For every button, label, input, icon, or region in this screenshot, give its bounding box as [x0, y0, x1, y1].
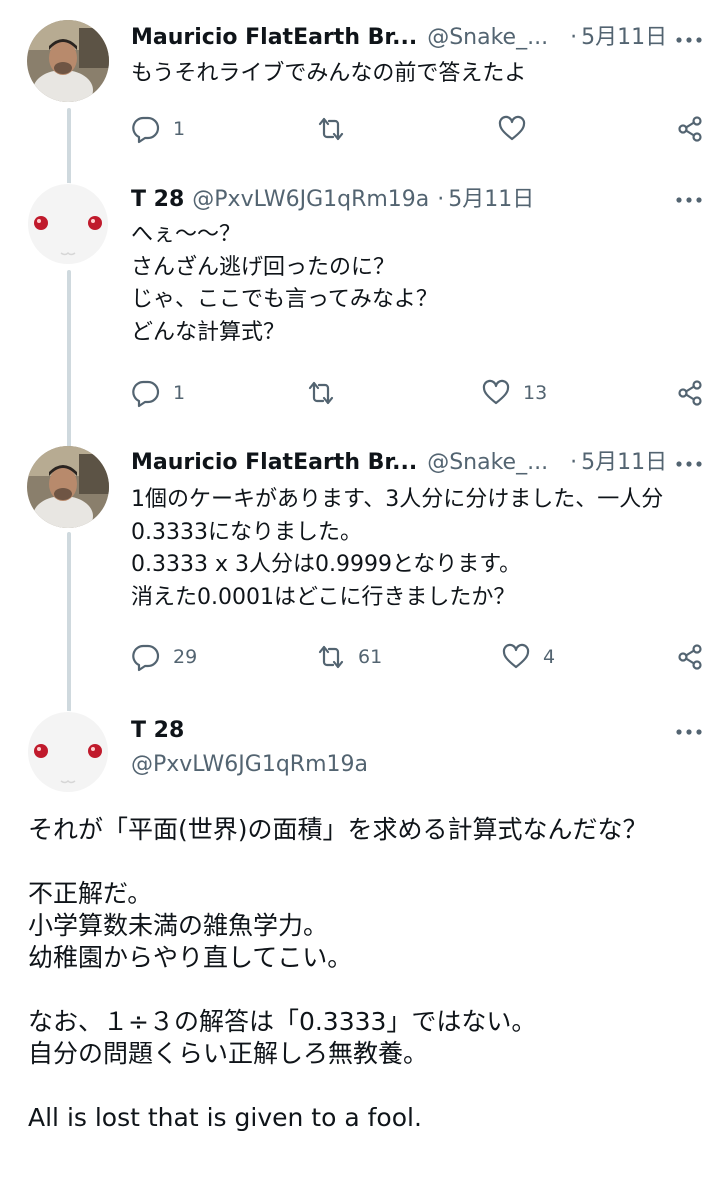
retweet-button[interactable] — [316, 113, 358, 145]
reply-button[interactable]: 1 — [131, 113, 185, 145]
share-icon — [678, 380, 702, 406]
share-button[interactable] — [675, 113, 705, 145]
avatar[interactable] — [27, 711, 109, 793]
retweet-icon — [318, 645, 344, 669]
reply-count: 1 — [173, 382, 186, 404]
retweet-button[interactable] — [306, 377, 348, 409]
tweet-date[interactable]: 5月11日 — [581, 25, 667, 50]
reply-count: 29 — [173, 646, 198, 668]
reply-button[interactable]: 1 — [131, 377, 185, 409]
tweet-actions: 29 61 4 — [131, 641, 703, 673]
display-name[interactable]: T 28 — [131, 718, 184, 743]
thread-line — [67, 532, 71, 712]
heart-icon — [498, 115, 526, 141]
main-tweet-handle-row: @PxvLW6JG1qRm19a — [131, 748, 713, 782]
avatar[interactable] — [27, 183, 109, 265]
reply-icon — [132, 380, 160, 408]
share-icon — [678, 644, 702, 670]
like-count: 4 — [543, 646, 556, 668]
tweet-header: T 28 @PxvLW6JG1qRm19a · 5月11日 — [131, 183, 713, 217]
more-icon[interactable] — [675, 722, 703, 742]
like-button[interactable]: 13 — [481, 377, 547, 409]
display-name[interactable]: T 28 — [131, 187, 184, 212]
reply-count: 1 — [173, 118, 186, 140]
display-name[interactable]: Mauricio FlatEarth Br... — [131, 450, 417, 475]
share-icon — [678, 116, 702, 142]
display-name[interactable]: Mauricio FlatEarth Br... — [131, 25, 417, 50]
reply-button[interactable]: 29 — [131, 641, 197, 673]
heart-icon — [482, 379, 510, 405]
avatar[interactable] — [27, 20, 109, 102]
separator-dot: · — [570, 450, 578, 475]
retweet-button[interactable]: 61 — [316, 641, 382, 673]
tweet-header: Mauricio FlatEarth Br... @Snake_... · 5月11日 — [131, 446, 713, 480]
heart-icon — [502, 643, 530, 669]
user-handle[interactable]: @PxvLW6JG1qRm19a — [192, 187, 429, 212]
more-icon[interactable] — [675, 454, 703, 474]
reply-icon — [132, 116, 160, 144]
like-button[interactable]: 4 — [501, 641, 555, 673]
retweet-icon — [308, 381, 334, 405]
share-button[interactable] — [675, 641, 705, 673]
main-tweet-name: T 28 — [131, 714, 713, 748]
tweet-text: へぇ〜〜？ さんざん逃げ回ったのに？ じゃ、ここでも言ってみなよ？ どんな計算式… — [131, 222, 438, 345]
tweet-text: もうそれライブでみんなの前で答えたよ — [131, 61, 527, 86]
thread-line — [67, 270, 71, 448]
separator-dot: · — [570, 25, 578, 50]
like-button[interactable] — [497, 113, 539, 145]
separator-dot: · — [437, 187, 445, 212]
share-button[interactable] — [675, 377, 705, 409]
tweet-actions: 1 — [131, 113, 703, 145]
retweet-icon — [318, 117, 344, 141]
more-icon[interactable] — [675, 30, 703, 50]
like-count: 13 — [523, 382, 548, 404]
user-handle[interactable]: @Snake_... — [427, 25, 548, 50]
user-handle[interactable]: @Snake_... — [427, 450, 548, 475]
tweet-text: 1個のケーキがあります、3人分に分けました、一人分0.3333になりました。 0… — [131, 487, 664, 610]
tweet-date[interactable]: 5月11日 — [448, 187, 534, 212]
more-icon[interactable] — [675, 190, 703, 210]
reply-icon — [132, 644, 160, 672]
tweet-actions: 1 13 — [131, 377, 703, 409]
tweet-header: Mauricio FlatEarth Br... @Snake_... · 5月11日 — [131, 21, 713, 55]
avatar[interactable] — [27, 446, 109, 528]
main-tweet-text: それが「平面(世界)の面積」を求める計算式なんだな？ 不正解だ。 小学算数未満の… — [28, 815, 648, 1132]
thread-line — [67, 108, 71, 188]
tweet-date[interactable]: 5月11日 — [581, 450, 667, 475]
retweet-count: 61 — [358, 646, 383, 668]
user-handle[interactable]: @PxvLW6JG1qRm19a — [131, 752, 368, 777]
